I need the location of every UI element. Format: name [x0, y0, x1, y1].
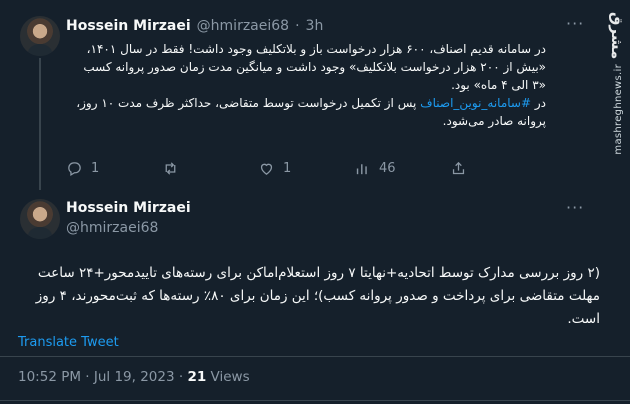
like-button[interactable]: 1 [258, 160, 354, 177]
tweet-paragraph-1: در سامانه قدیم اصناف، ۶۰۰ هزار درخواست ب… [83, 42, 546, 92]
watermark-logo: مشرق [608, 12, 626, 60]
timestamp[interactable]: 10:52 PM · Jul 19, 2023 [18, 369, 175, 385]
tweet-actions: 1 1 46 [66, 158, 546, 178]
divider [0, 356, 630, 357]
reply-icon [68, 161, 81, 176]
author-name[interactable]: Hossein Mirzaei [66, 18, 191, 34]
retweet-icon [165, 161, 176, 175]
more-icon[interactable]: ··· [566, 198, 584, 217]
thread-line [39, 58, 41, 190]
hashtag-link[interactable]: #سامانه_نوین_اصناف [420, 96, 531, 110]
share-icon [452, 161, 465, 174]
text-prefix: در [531, 96, 546, 110]
views-count: 21 [187, 369, 207, 385]
meta-separator: · [178, 369, 184, 385]
translate-link[interactable]: Translate Tweet [18, 335, 119, 350]
tweet-time[interactable]: 3h [306, 18, 324, 34]
reply-count: 1 [91, 160, 100, 176]
tweet-text: (۲ روز بررسی مدارک توسط اتحادیه+نهایتا ۷… [35, 265, 600, 327]
header-separator: · [295, 18, 300, 34]
share-button[interactable] [450, 160, 467, 177]
author-handle[interactable]: @hmirzaei68 [197, 18, 289, 34]
avatar[interactable] [20, 16, 60, 56]
tweet-meta: 10:52 PM · Jul 19, 2023 · 21 Views [18, 369, 250, 385]
watermark-url: mashreghnews.ir [613, 64, 624, 155]
views-button[interactable]: 46 [354, 160, 450, 177]
avatar[interactable] [20, 199, 60, 239]
views-count: 46 [379, 160, 396, 176]
tweet-text: در سامانه قدیم اصناف، ۶۰۰ هزار درخواست ب… [66, 40, 546, 130]
divider [0, 400, 630, 401]
views-icon [356, 163, 367, 174]
author-handle[interactable]: @hmirzaei68 [66, 220, 191, 236]
reply-button[interactable]: 1 [66, 160, 162, 177]
like-icon [260, 163, 273, 175]
like-count: 1 [283, 160, 292, 176]
retweet-button[interactable] [162, 160, 258, 177]
tweet-header: Hossein Mirzaei @hmirzaei68 [66, 200, 191, 236]
tweet-header: Hossein Mirzaei @hmirzaei68 · 3h [66, 18, 323, 34]
more-icon[interactable]: ··· [566, 14, 584, 33]
watermark: مشرق mashreghnews.ir [604, 6, 626, 402]
author-name[interactable]: Hossein Mirzaei [66, 200, 191, 216]
tweet-paragraph-2: در #سامانه_نوین_اصناف پس از تکمیل درخواس… [66, 94, 546, 130]
views-label: Views [210, 369, 250, 385]
